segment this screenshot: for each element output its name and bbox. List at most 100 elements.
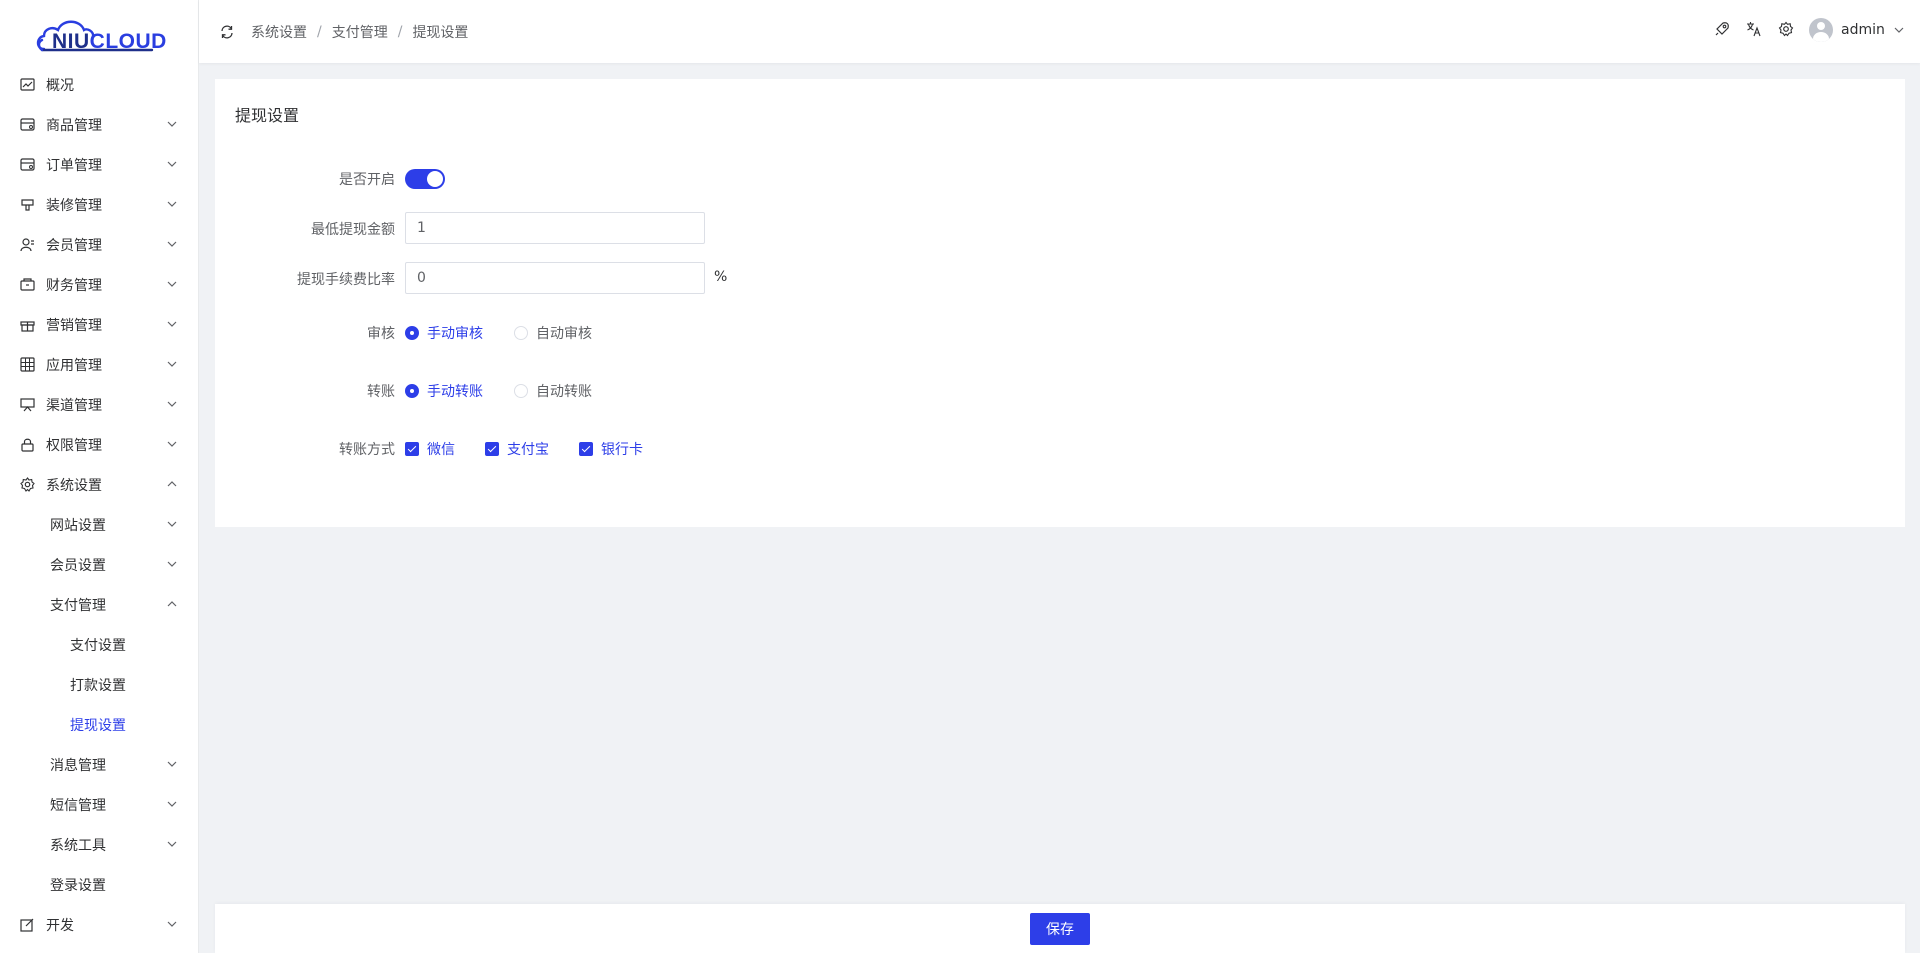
sidebar-item-label: 系统设置	[46, 478, 102, 494]
sidebar-item-payment-management[interactable]: 支付管理	[0, 584, 198, 624]
order-card-icon	[20, 157, 35, 172]
sidebar-item-finance[interactable]: 财务管理	[0, 264, 198, 304]
sidebar-item-label: 开发	[46, 918, 74, 934]
sidebar-item-label: 权限管理	[46, 438, 102, 454]
chevron-down-icon	[167, 401, 177, 407]
radio-label: 手动审核	[427, 326, 483, 342]
chevron-down-icon	[167, 921, 177, 927]
method-wechat-checkbox[interactable]: 微信	[405, 439, 455, 459]
min-amount-input[interactable]	[405, 212, 705, 244]
fee-rate-suffix: %	[714, 269, 728, 285]
radio-dot	[514, 384, 528, 398]
monitor-icon	[20, 397, 35, 412]
breadcrumb: 系统设置 / 支付管理 / 提现设置	[251, 22, 468, 42]
chevron-down-icon	[167, 241, 177, 247]
sidebar-item-login-settings[interactable]: 登录设置	[0, 864, 198, 904]
enable-switch[interactable]	[405, 169, 445, 189]
radio-dot	[514, 326, 528, 340]
logo[interactable]: NIUCLOUD	[0, 0, 198, 64]
radio-label: 自动审核	[536, 326, 592, 342]
sidebar-item-label: 会员设置	[50, 558, 106, 574]
chevron-down-icon	[167, 561, 177, 567]
sidebar-item-orders[interactable]: 订单管理	[0, 144, 198, 184]
sidebar-item-system-tools[interactable]: 系统工具	[0, 824, 198, 864]
rocket-icon[interactable]	[1714, 21, 1730, 37]
logo-text-right: CLOUD	[89, 30, 167, 53]
chevron-down-icon	[167, 801, 177, 807]
wallet-icon	[20, 277, 35, 292]
sidebar-item-label: 网站设置	[50, 518, 106, 534]
checkbox-label: 支付宝	[507, 442, 549, 458]
sidebar-item-member-settings[interactable]: 会员设置	[0, 544, 198, 584]
save-button[interactable]: 保存	[1030, 913, 1090, 945]
radio-label: 自动转账	[536, 384, 592, 400]
logo-text-left: NIU	[52, 30, 90, 53]
footer-bar: 保存	[215, 904, 1905, 953]
refresh-icon[interactable]	[219, 24, 235, 40]
chevron-down-icon	[167, 281, 177, 287]
radio-dot	[405, 384, 419, 398]
translate-icon[interactable]	[1746, 21, 1762, 37]
sidebar-item-label: 打款设置	[70, 678, 126, 694]
sidebar-item-overview[interactable]: 概况	[0, 64, 198, 104]
checkbox-box	[485, 442, 499, 456]
chevron-down-icon	[167, 321, 177, 327]
chevron-down-icon	[167, 201, 177, 207]
checkbox-box	[405, 442, 419, 456]
audit-manual-radio[interactable]: 手动审核	[405, 323, 483, 343]
checkbox-label: 银行卡	[601, 442, 643, 458]
fee-rate-input[interactable]	[405, 262, 705, 294]
sidebar-item-develop[interactable]: 开发	[0, 904, 198, 944]
chevron-down-icon	[167, 441, 177, 447]
sidebar-item-members[interactable]: 会员管理	[0, 224, 198, 264]
sidebar-item-channels[interactable]: 渠道管理	[0, 384, 198, 424]
audit-auto-radio[interactable]: 自动审核	[514, 323, 592, 343]
sidebar-item-label: 财务管理	[46, 278, 102, 294]
sidebar-item-label: 消息管理	[50, 758, 106, 774]
transfer-manual-radio[interactable]: 手动转账	[405, 381, 483, 401]
withdraw-settings-card: 提现设置 是否开启 最低提现金额 提现手续费比率 % 审核 手动审核 自动审核 …	[215, 79, 1905, 527]
top-header: 系统设置 / 支付管理 / 提现设置 admin	[199, 0, 1920, 63]
chevron-down-icon	[167, 521, 177, 527]
gift-icon	[20, 317, 35, 332]
chevron-down-icon	[167, 161, 177, 167]
sidebar-item-apps[interactable]: 应用管理	[0, 344, 198, 384]
user-menu[interactable]: admin	[1809, 18, 1905, 42]
sidebar-item-website-settings[interactable]: 网站设置	[0, 504, 198, 544]
sidebar-item-label: 支付设置	[70, 638, 126, 654]
sidebar-item-message-management[interactable]: 消息管理	[0, 744, 198, 784]
sidebar-item-marketing[interactable]: 营销管理	[0, 304, 198, 344]
breadcrumb-separator: /	[317, 24, 322, 40]
sidebar-item-label: 营销管理	[46, 318, 102, 334]
sidebar-item-system-settings[interactable]: 系统设置	[0, 464, 198, 504]
sidebar-item-withdraw-settings[interactable]: 提现设置	[0, 704, 198, 744]
gear-icon[interactable]	[1778, 21, 1794, 37]
breadcrumb-current: 提现设置	[412, 25, 469, 41]
sidebar-item-label: 商品管理	[46, 118, 102, 134]
chevron-up-icon	[167, 601, 177, 607]
sidebar-item-decoration[interactable]: 装修管理	[0, 184, 198, 224]
user-icon	[20, 237, 35, 252]
min-amount-label: 最低提现金额	[311, 222, 395, 238]
sidebar-item-payout-settings[interactable]: 打款设置	[0, 664, 198, 704]
method-bankcard-checkbox[interactable]: 银行卡	[579, 439, 643, 459]
sidebar-item-permissions[interactable]: 权限管理	[0, 424, 198, 464]
breadcrumb-item[interactable]: 系统设置	[251, 22, 307, 42]
transfer-label: 转账	[367, 384, 395, 400]
transfer-auto-radio[interactable]: 自动转账	[514, 381, 592, 401]
method-alipay-checkbox[interactable]: 支付宝	[485, 439, 549, 459]
sidebar-item-label: 系统工具	[50, 838, 106, 854]
username: admin	[1841, 22, 1885, 38]
sidebar-item-label: 短信管理	[50, 798, 106, 814]
sidebar-item-payment-settings[interactable]: 支付设置	[0, 624, 198, 664]
checkbox-box	[579, 442, 593, 456]
sidebar-item-goods[interactable]: 商品管理	[0, 104, 198, 144]
niucloud-logo: NIUCLOUD	[34, 9, 167, 55]
chevron-down-icon	[1894, 27, 1904, 33]
radio-dot	[405, 326, 419, 340]
sidebar-item-label: 提现设置	[70, 718, 126, 734]
sidebar-item-sms-management[interactable]: 短信管理	[0, 784, 198, 824]
gear-icon	[20, 477, 35, 492]
breadcrumb-item[interactable]: 支付管理	[332, 22, 388, 42]
audit-label: 审核	[367, 326, 395, 342]
